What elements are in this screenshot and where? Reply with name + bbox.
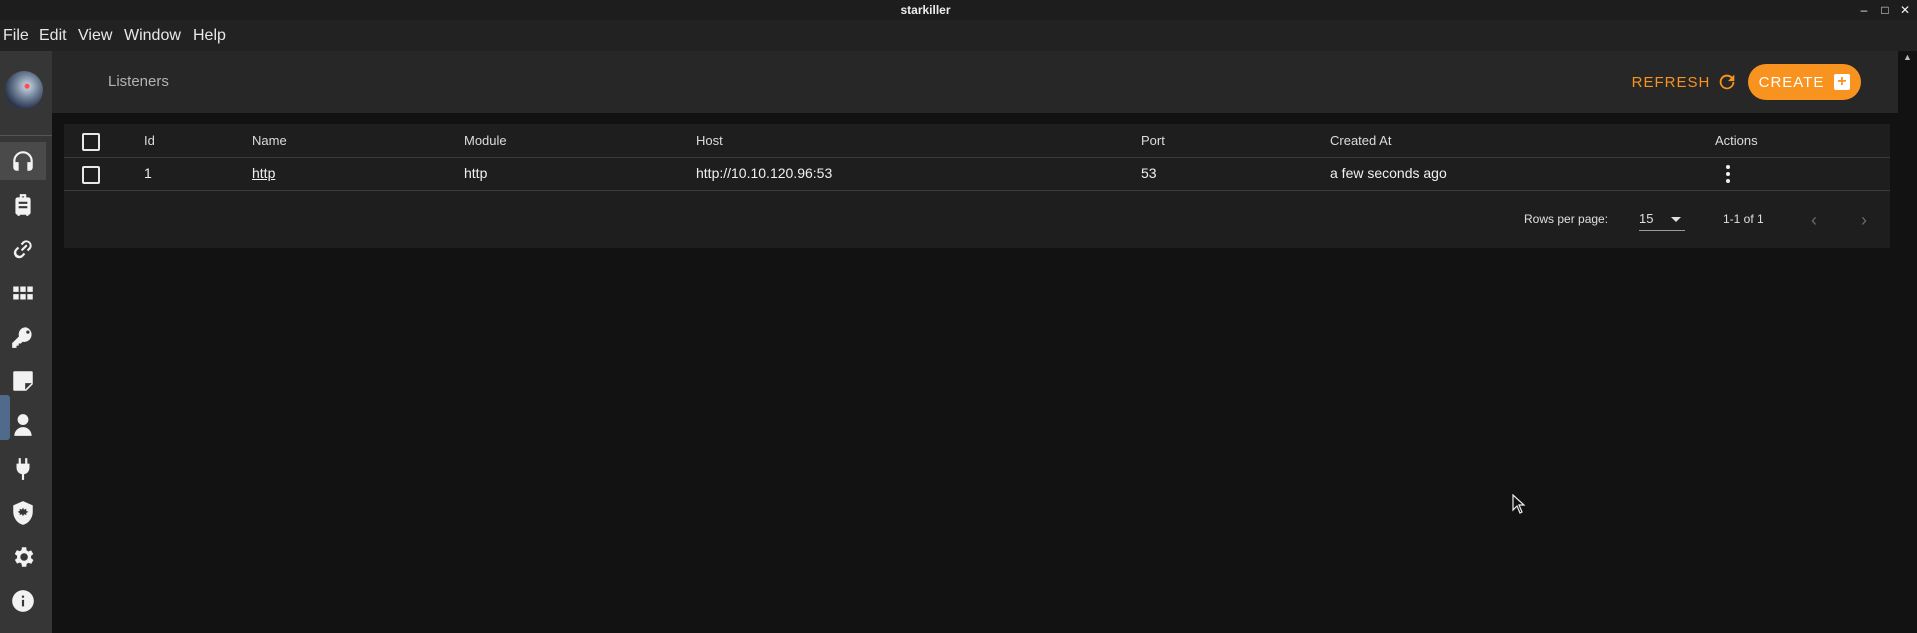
cell-module: http [464,165,488,181]
row-actions-kebab-icon[interactable] [1724,165,1732,183]
listeners-table: Id Name Module Host Port Created At Acti… [64,124,1890,248]
minimize-button[interactable]: – [1855,0,1873,20]
create-label: CREATE [1758,73,1825,91]
column-header-id[interactable]: Id [144,124,155,157]
page-title: Listeners [108,73,169,90]
table-footer: Rows per page: 15 1-1 of 1 ‹ › [64,191,1890,248]
cell-port: 53 [1141,165,1157,181]
key-icon [12,327,32,348]
column-header-created-at[interactable]: Created At [1330,124,1391,157]
page-header: Listeners REFRESH CREATE + [52,51,1898,113]
plus-icon: + [1834,74,1851,90]
luggage-icon [15,194,31,216]
column-header-port[interactable]: Port [1141,124,1165,157]
headset-icon [13,151,33,171]
maximize-button[interactable]: □ [1876,0,1894,20]
rows-per-page-value: 15 [1639,211,1654,226]
rows-per-page-label: Rows per page: [1524,212,1609,226]
sidebar-divider [0,135,52,136]
sidebar-item-plugins[interactable] [0,450,46,488]
window-titlebar: starkiller – □ ✕ [0,0,1917,20]
sidebar-item-agents[interactable] [0,230,46,268]
refresh-button[interactable]: REFRESH [1630,64,1740,100]
app-logo[interactable] [5,71,43,109]
menu-bar: File Edit View Window Help [0,20,1917,51]
listener-name-link[interactable]: http [252,157,275,190]
previous-page-button[interactable]: ‹ [1802,208,1826,232]
gear-icon [14,547,34,567]
column-header-actions: Actions [1715,133,1758,148]
pagination-range: 1-1 of 1 [1723,212,1764,226]
row-checkbox[interactable] [82,166,100,184]
menu-view[interactable]: View [78,20,112,51]
scroll-up-icon[interactable]: ▲ [1903,52,1912,62]
sidebar-item-about[interactable] [0,582,46,620]
table-header: Id Name Module Host Port Created At Acti… [64,124,1890,158]
plug-icon [16,458,30,480]
refresh-label: REFRESH [1631,73,1711,91]
column-header-module[interactable]: Module [464,124,507,157]
shield-virus-icon [13,501,33,525]
page-scrollbar[interactable] [1898,51,1917,633]
select-all-checkbox[interactable] [82,133,100,151]
sidebar-item-settings[interactable] [0,538,46,576]
sidebar-collapse-handle[interactable] [0,395,10,440]
info-icon [12,590,34,612]
column-header-host[interactable]: Host [696,124,723,157]
link-icon [13,240,32,259]
menu-window[interactable]: Window [124,20,181,51]
sidebar-item-modules[interactable] [0,274,46,312]
apps-grid-icon [13,286,33,300]
user-icon [14,414,32,436]
mouse-cursor-icon [1512,494,1526,514]
next-page-button[interactable]: › [1852,208,1876,232]
menu-edit[interactable]: Edit [39,20,67,51]
column-header-name[interactable]: Name [252,124,287,157]
menu-help[interactable]: Help [193,20,226,51]
rows-per-page-select[interactable]: 15 [1639,208,1685,231]
sidebar-item-credentials[interactable] [0,318,46,356]
window-title: starkiller [900,3,951,17]
menu-file[interactable]: File [3,20,29,51]
sticky-note-icon [13,371,33,391]
chevron-down-icon [1671,217,1681,222]
cell-host: http://10.10.120.96:53 [696,165,833,181]
cell-id: 1 [144,165,152,181]
sidebar-item-stagers[interactable] [0,186,46,224]
table-row[interactable]: 1 http http http://10.10.120.96:53 53 a … [64,157,1890,191]
cell-created-at: a few seconds ago [1330,165,1447,181]
create-button[interactable]: CREATE + [1748,64,1861,100]
sidebar-item-malleable-profiles[interactable] [0,494,46,532]
sidebar-item-listeners[interactable] [0,142,46,180]
close-button[interactable]: ✕ [1896,0,1914,20]
refresh-icon [1720,74,1735,90]
sidebar [0,51,52,633]
